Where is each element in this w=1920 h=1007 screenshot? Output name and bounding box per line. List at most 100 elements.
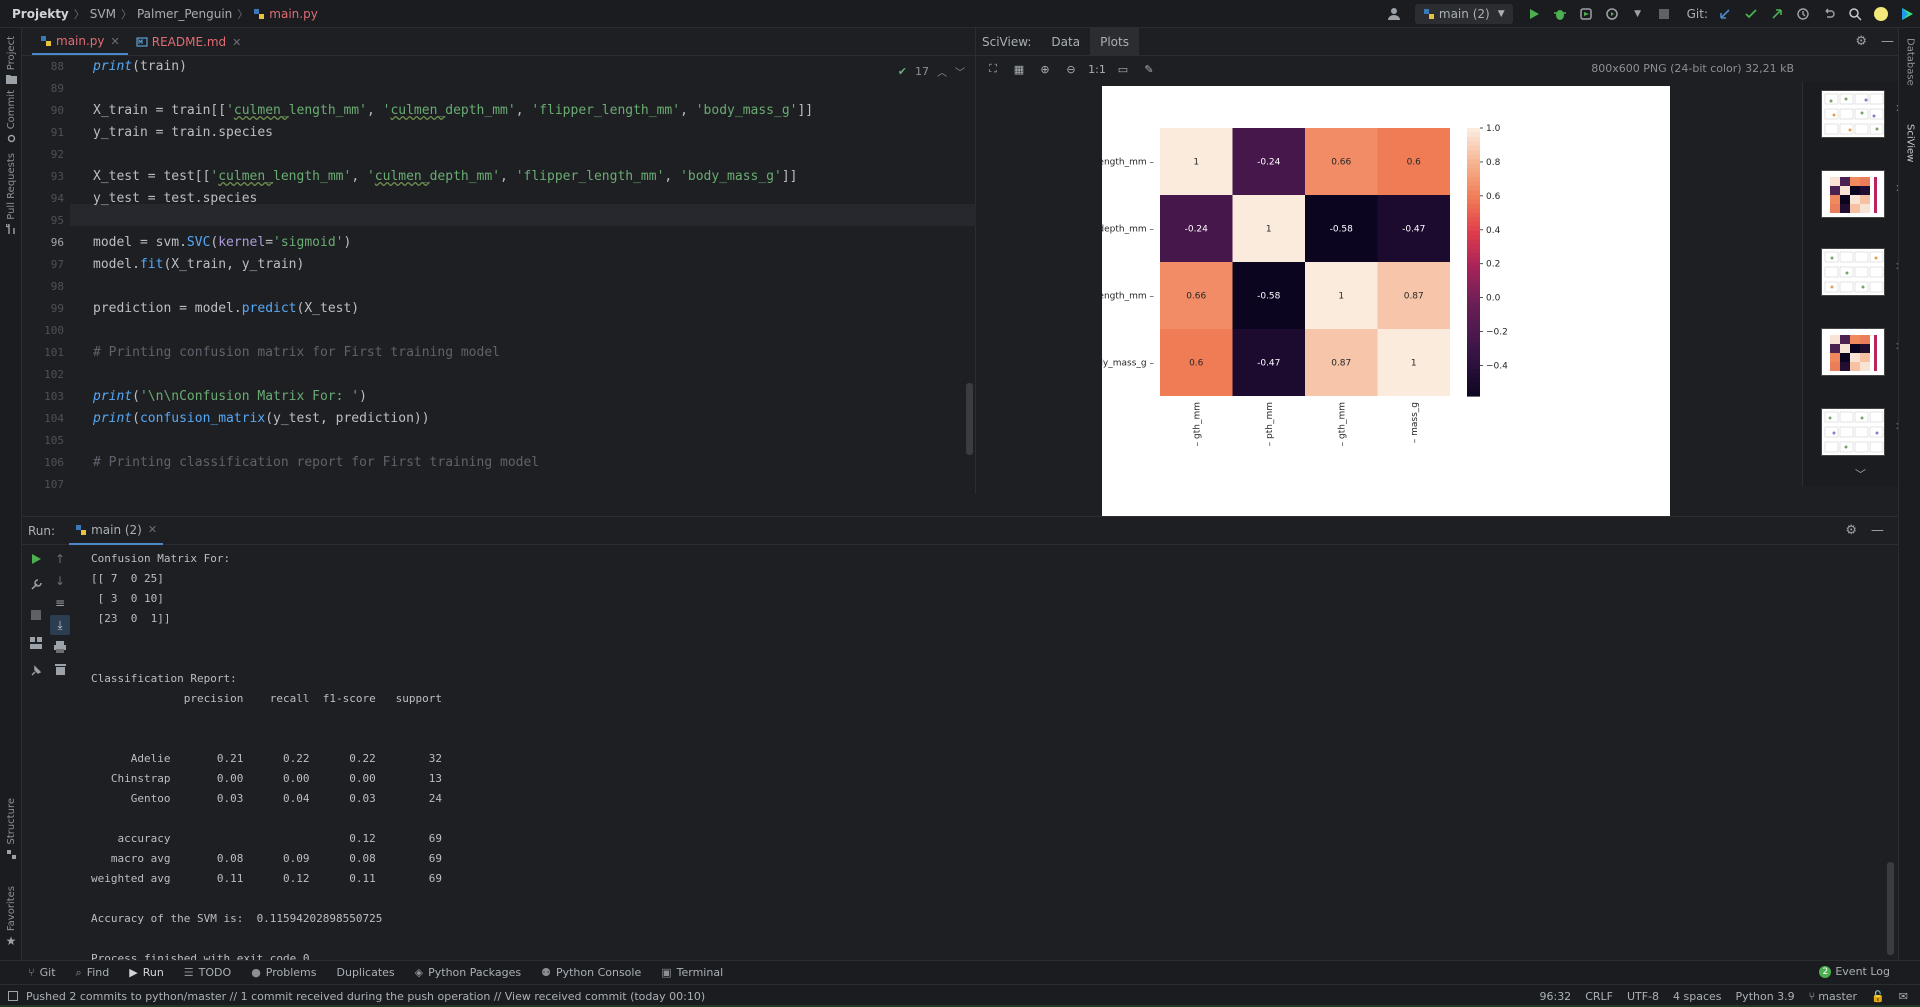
event-log-button[interactable]: 2 Event Log (1819, 965, 1890, 978)
run-tab[interactable]: main (2) ✕ (69, 517, 164, 545)
push-icon[interactable] (1766, 3, 1788, 25)
find-tool-button[interactable]: ⌕ Find (76, 966, 110, 980)
fit-icon[interactable]: ⛶ (982, 58, 1004, 80)
tab-plots[interactable]: Plots (1090, 27, 1139, 56)
chevron-up-icon[interactable]: ︿ (937, 64, 947, 79)
caret-position[interactable]: 96:32 (1539, 990, 1571, 1003)
minimize-icon[interactable]: — (1871, 523, 1884, 538)
python-console-tool-button[interactable]: ⚉ Python Console (541, 966, 641, 979)
code-line[interactable]: prediction = model.predict(X_test) (93, 298, 359, 320)
code-line[interactable]: X_test = test[['culmen_length_mm', 'culm… (93, 166, 797, 188)
database-tool-button[interactable]: Database (1901, 38, 1919, 86)
git-tool-button[interactable]: ⑂ Git (28, 966, 56, 979)
code-line[interactable]: X_train = train[['culmen_length_mm', 'cu… (93, 100, 813, 122)
tab-main-py[interactable]: main.py ✕ (32, 29, 128, 55)
background-icon[interactable]: ▭ (1112, 58, 1134, 80)
chevron-down-icon[interactable]: ▼ (1627, 3, 1649, 25)
actual-size-button[interactable]: 1:1 (1086, 58, 1108, 80)
plot-thumbnail[interactable] (1821, 408, 1885, 456)
close-icon[interactable]: ✕ (111, 35, 120, 48)
minimize-icon[interactable]: — (1881, 34, 1894, 49)
code-line[interactable]: model.fit(X_train, y_train) (93, 254, 304, 276)
tab-readme-md[interactable]: README.md ✕ (128, 29, 250, 55)
run-icon[interactable] (1523, 3, 1545, 25)
coverage-icon[interactable] (1575, 3, 1597, 25)
plot-thumbnail[interactable] (1821, 170, 1885, 218)
arrow-up-icon[interactable]: ↑ (50, 549, 70, 569)
run-configuration-select[interactable]: main (2) ▼ (1414, 4, 1513, 24)
run-tool-button[interactable]: ▶ Run (129, 966, 164, 979)
commit-tool-button[interactable]: Commit (2, 90, 20, 144)
python-packages-tool-button[interactable]: ◈ Python Packages (415, 966, 521, 979)
stop-icon[interactable] (26, 605, 46, 625)
profile-icon[interactable] (1601, 3, 1623, 25)
wrench-icon[interactable] (26, 575, 46, 595)
breadcrumb-item[interactable]: Palmer_Penguin (137, 7, 232, 21)
code-line[interactable]: # Printing classification report for Fir… (93, 452, 539, 474)
inspection-widget[interactable]: ✔ 17 ︿ ﹀ (898, 64, 965, 79)
zoom-out-icon[interactable]: ⊖ (1060, 58, 1082, 80)
code-with-me-icon[interactable] (1896, 3, 1918, 25)
close-icon[interactable]: ✕ (148, 523, 157, 536)
chevron-down-icon[interactable]: ﹀ (955, 64, 965, 79)
duplicates-tool-button[interactable]: Duplicates (337, 966, 395, 979)
code-line[interactable]: model = svm.SVC(kernel='sigmoid') (93, 232, 351, 254)
todo-tool-button[interactable]: ☰ TODO (184, 966, 231, 979)
rerun-icon[interactable] (26, 549, 46, 569)
pull-requests-tool-button[interactable]: Pull Requests (2, 153, 20, 235)
notification-icon[interactable]: ✉ (1899, 990, 1908, 1003)
project-tool-button[interactable]: Project (2, 36, 20, 85)
problems-tool-button[interactable]: ● Problems (251, 966, 316, 979)
plot-thumbnail[interactable] (1821, 90, 1885, 138)
git-branch[interactable]: ⑂ master (1809, 990, 1857, 1003)
update-project-icon[interactable] (1714, 3, 1736, 25)
python-interpreter[interactable]: Python 3.9 (1736, 990, 1795, 1003)
user-icon[interactable] (1383, 3, 1405, 25)
commit-check-icon[interactable] (1740, 3, 1762, 25)
print-icon[interactable] (50, 637, 70, 657)
sciview-tool-button[interactable]: SciView (1901, 124, 1919, 162)
console-scrollbar[interactable] (1887, 862, 1894, 955)
close-icon[interactable]: ✕ (232, 36, 241, 49)
line-separator[interactable]: CRLF (1585, 990, 1613, 1003)
indent-setting[interactable]: 4 spaces (1673, 990, 1722, 1003)
scroll-to-end-icon[interactable]: ⤓ (50, 615, 70, 635)
file-encoding[interactable]: UTF-8 (1627, 990, 1659, 1003)
favorites-tool-button[interactable]: Favorites ★ (2, 886, 20, 948)
structure-tool-button[interactable]: Structure (2, 798, 20, 860)
rollback-icon[interactable] (1818, 3, 1840, 25)
code-line[interactable]: print('\n\nConfusion Matrix For: ') (93, 386, 367, 408)
chevron-down-icon[interactable]: ﹀ (1855, 466, 1866, 482)
tab-data[interactable]: Data (1041, 28, 1090, 56)
ide-update-icon[interactable] (1870, 3, 1892, 25)
breadcrumb-item[interactable]: main.py (269, 7, 318, 21)
soft-wrap-icon[interactable]: ≡ (50, 593, 70, 613)
gear-icon[interactable]: ⚙ (1855, 34, 1867, 49)
debug-icon[interactable] (1549, 3, 1571, 25)
code-line[interactable]: y_test = test.species (93, 188, 257, 210)
stop-icon[interactable] (1653, 3, 1675, 25)
arrow-down-icon[interactable]: ↓ (50, 571, 70, 591)
code-line[interactable]: print(train) (93, 56, 187, 78)
terminal-tool-button[interactable]: ▣ Terminal (661, 966, 723, 979)
history-icon[interactable] (1792, 3, 1814, 25)
gear-icon[interactable]: ⚙ (1845, 523, 1857, 538)
code-line[interactable]: # Printing confusion matrix for First tr… (93, 342, 500, 364)
code-line[interactable]: y_train = train.species (93, 122, 273, 144)
breadcrumb-item[interactable]: SVM (90, 7, 116, 21)
plot-thumbnail[interactable] (1821, 248, 1885, 296)
grid-icon[interactable]: ▦ (1008, 58, 1030, 80)
status-square-icon[interactable] (8, 991, 18, 1001)
color-picker-icon[interactable]: ✎ (1138, 58, 1160, 80)
code-line[interactable]: print(confusion_matrix(y_test, predictio… (93, 408, 430, 430)
lock-icon[interactable]: 🔓 (1871, 990, 1885, 1003)
zoom-in-icon[interactable]: ⊕ (1034, 58, 1056, 80)
plot-thumbnail[interactable] (1821, 328, 1885, 376)
layout-icon[interactable] (26, 633, 46, 653)
trash-icon[interactable] (50, 659, 70, 679)
pin-icon[interactable] (26, 661, 46, 681)
breadcrumb-item[interactable]: Projekty (12, 7, 69, 21)
status-message[interactable]: Pushed 2 commits to python/master // 1 c… (26, 990, 705, 1003)
editor-scrollbar[interactable] (966, 383, 973, 455)
search-icon[interactable] (1844, 3, 1866, 25)
